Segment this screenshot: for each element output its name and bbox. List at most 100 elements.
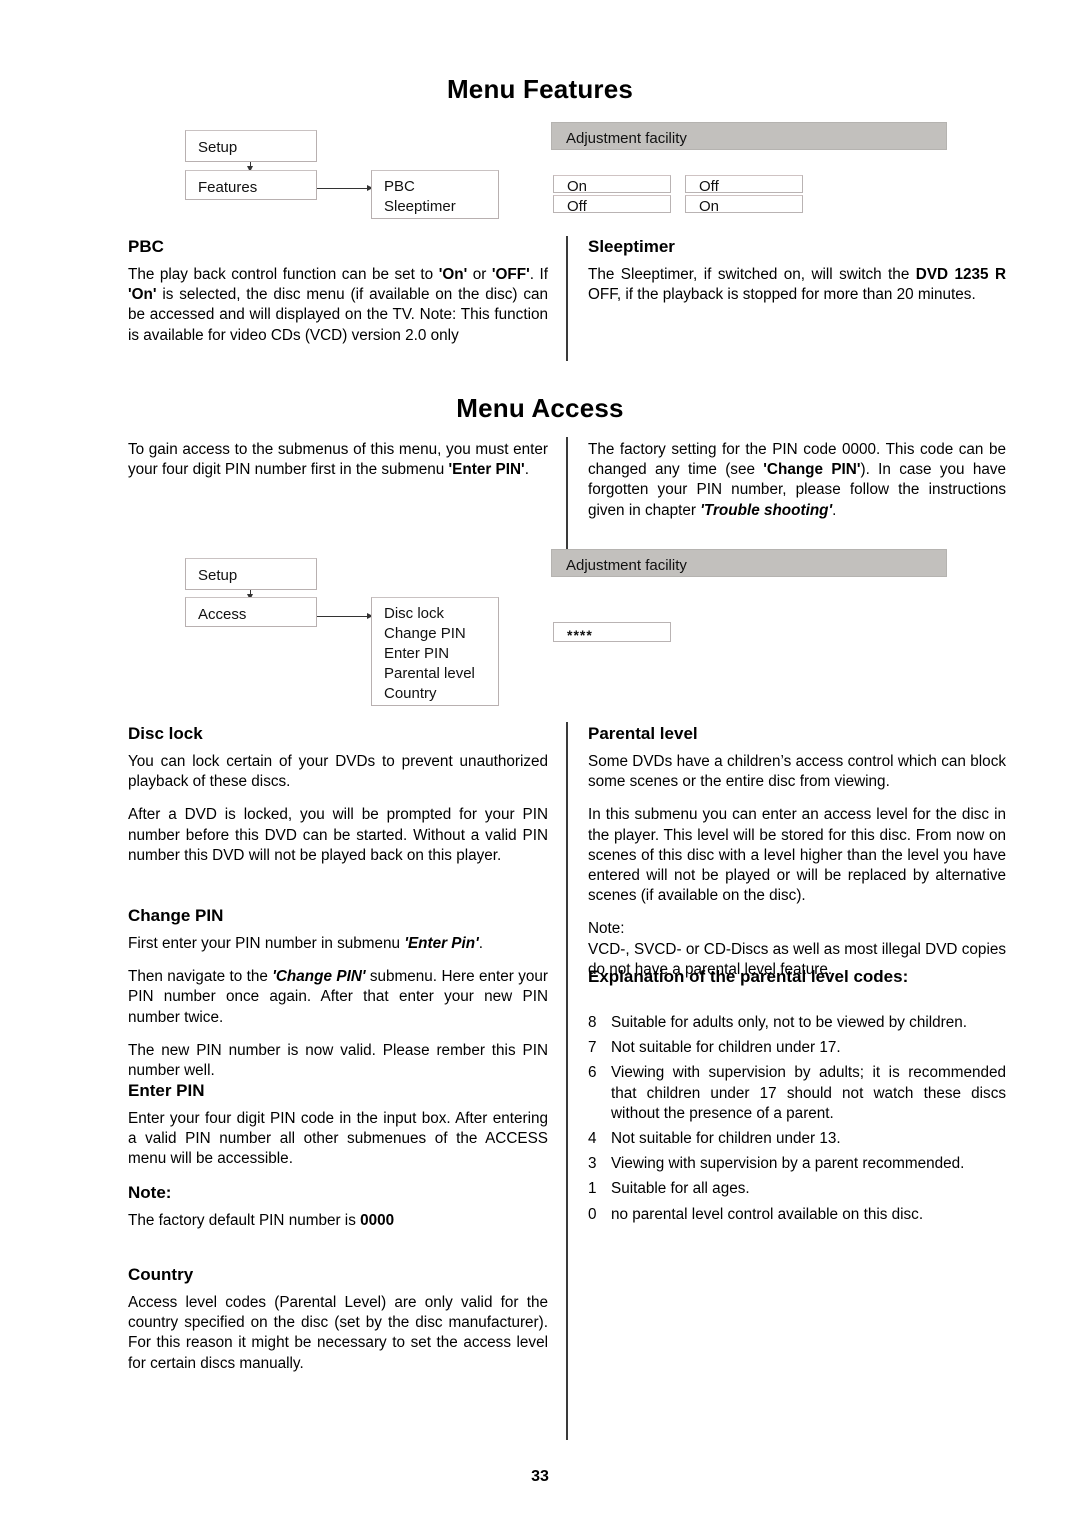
parental-code-number: 0 — [588, 1205, 597, 1223]
parental-code-text: Not suitable for children under 17. — [611, 1039, 841, 1057]
pbc-paragraph: The play back control function can be se… — [128, 265, 548, 346]
node-label: Features — [198, 179, 258, 196]
node-label: Setup — [198, 139, 238, 156]
option-cell-col1-row2[interactable]: Off — [553, 195, 671, 215]
parental-code-text: Viewing with supervision by adults; it i… — [611, 1064, 1006, 1122]
parental-code-number: 1 — [588, 1180, 597, 1198]
note-left-heading: Note: — [128, 1183, 172, 1202]
parental-code-item: 1 Suitable for all ages. — [588, 1179, 1006, 1199]
note-left-section: Note: The factory default PIN number is … — [128, 1182, 548, 1231]
change-pin-enter-pin-ref: 'Enter Pin' — [404, 935, 479, 952]
country-section: Country Access level codes (Parental Lev… — [128, 1264, 548, 1374]
option-cell-col2-row2[interactable]: On — [685, 195, 803, 215]
parental-code-item: 6 Viewing with supervision by adults; it … — [588, 1063, 1006, 1124]
submenu-item-change-pin: Change PIN — [384, 625, 466, 642]
change-pin-text-c: Then navigate to the — [128, 968, 273, 986]
parental-code-item: 3 Viewing with supervision by a parent re… — [588, 1154, 1006, 1174]
change-pin-text-b: . — [478, 935, 483, 952]
parental-code-text: Not suitable for children under 13. — [611, 1130, 841, 1148]
option-cell-col1-row1[interactable]: On — [553, 175, 671, 195]
connector-features-to-submenu — [317, 188, 369, 189]
option-cell-col2-row1[interactable]: Off — [685, 175, 803, 195]
page-number: 33 — [531, 1468, 549, 1485]
parental-code-text: Suitable for adults only, not to be view… — [611, 1014, 968, 1031]
parental-code-item: 8 Suitable for adults only, not to be vie… — [588, 1013, 1006, 1033]
submenu-item-sleeptimer: Sleeptimer — [384, 198, 456, 215]
adjustment-facility-bar: Adjustment facility — [551, 122, 947, 150]
access-intro-right-paragraph: The factory setting for the PIN code 000… — [588, 440, 1006, 521]
pbc-value-on: 'On' — [438, 266, 468, 283]
parental-code-number: 6 — [588, 1064, 597, 1082]
submenu-item-enter-pin: Enter PIN — [384, 645, 450, 662]
sleeptimer-text-a: The Sleeptimer, if switched on, will swi… — [588, 266, 916, 283]
access-intro-right-c: . — [832, 501, 837, 519]
parental-codes-list: 8 Suitable for adults only, not to be vie… — [588, 1013, 1006, 1225]
pbc-section: PBC The play back control function can b… — [128, 236, 548, 346]
parental-code-number: 8 — [588, 1014, 597, 1031]
submenu-item-pbc: PBC — [384, 178, 415, 195]
country-paragraph-1: Access level codes (Parental Level) are … — [128, 1294, 548, 1372]
parental-level-paragraph-2: In this submenu you can enter an access … — [588, 806, 1006, 905]
parental-level-heading: Parental level — [588, 724, 698, 743]
parental-code-item: 4 Not suitable for children under 13. — [588, 1129, 1006, 1149]
node-label: Setup — [198, 567, 238, 584]
pbc-text-a: The play back control function can be se… — [128, 266, 439, 283]
sleeptimer-paragraph: The Sleeptimer, if switched on, will swi… — [588, 265, 1006, 305]
access-intro-enter-pin: 'Enter PIN' — [448, 461, 525, 479]
submenu-item-parental-level: Parental level — [384, 665, 475, 682]
parental-level-paragraph-1: Some DVDs have a children’s access contr… — [588, 753, 1006, 791]
adjustment-facility-bar: Adjustment facility — [551, 549, 947, 577]
parental-code-item: 7 Not suitable for children under 17. — [588, 1038, 1006, 1058]
access-diagram-node-access: Access — [185, 597, 317, 627]
sleeptimer-heading: Sleeptimer — [588, 237, 675, 256]
change-pin-paragraph-3: The new PIN number is now valid. Please … — [128, 1041, 548, 1080]
parental-code-text: Suitable for all ages. — [611, 1180, 750, 1198]
disc-lock-paragraph-1: You can lock certain of your DVDs to pre… — [128, 753, 548, 791]
features-diagram-submenu-box: PBC Sleeptimer — [371, 170, 499, 219]
change-pin-paragraph-1: First enter your PIN number in submenu '… — [128, 934, 548, 954]
parental-level-section: Parental level Some DVDs have a children… — [588, 723, 1006, 980]
manual-page: Menu Features Setup Features PBC Sleepti… — [0, 0, 1080, 1528]
sleeptimer-section: Sleeptimer The Sleeptimer, if switched o… — [588, 236, 1006, 305]
parental-codes-section: Explanation of the parental level codes:… — [588, 966, 1006, 1230]
pbc-text-d: is selected, the disc menu (if available… — [128, 286, 548, 344]
connector-access-to-submenu — [317, 616, 369, 617]
parental-level-note-label: Note: — [588, 920, 625, 938]
sleeptimer-model: DVD 1235 R — [915, 266, 1006, 283]
access-diagram-node-setup: Setup — [185, 558, 317, 590]
submenu-item-disc-lock: Disc lock — [384, 605, 445, 622]
access-intro-left-paragraph: To gain access to the submenus of this m… — [128, 440, 548, 480]
sleeptimer-text-b: OFF, if the playback is stopped for more… — [588, 286, 976, 304]
change-pin-section: Change PIN First enter your PIN number i… — [128, 905, 548, 1081]
parental-code-text: Viewing with supervision by a parent rec… — [611, 1155, 965, 1173]
access-intro-right: The factory setting for the PIN code 000… — [588, 440, 1006, 521]
pbc-text-b: or — [467, 266, 492, 283]
node-label: Access — [198, 606, 247, 623]
note-left-pin-code: 0000 — [360, 1212, 395, 1229]
menu-features-title: Menu Features — [446, 74, 634, 104]
change-pin-heading: Change PIN — [128, 906, 224, 925]
country-heading: Country — [128, 1265, 194, 1284]
access-diagram-submenu-box: Disc lock Change PIN Enter PIN Parental … — [371, 597, 499, 706]
parental-codes-heading: Explanation of the parental level codes: — [588, 967, 909, 986]
pbc-heading: PBC — [128, 237, 164, 256]
disc-lock-section: Disc lock You can lock certain of your D… — [128, 723, 548, 866]
column-divider-features — [566, 236, 568, 361]
disc-lock-paragraph-2: After a DVD is locked, you will be promp… — [128, 806, 548, 864]
column-divider-access-intro — [566, 437, 568, 557]
change-pin-text-a: First enter your PIN number in submenu — [128, 935, 405, 952]
pbc-text-c: . If — [529, 266, 548, 283]
note-left-paragraph: The factory default PIN number is 0000 — [128, 1211, 548, 1231]
change-pin-change-pin-ref: 'Change PIN' — [272, 968, 366, 986]
column-divider-access-body — [566, 722, 568, 1440]
features-diagram-node-features: Features — [185, 170, 317, 200]
pin-input-box[interactable]: **** — [553, 622, 671, 643]
features-diagram-node-setup: Setup — [185, 130, 317, 162]
access-intro-left-b: . — [524, 461, 529, 479]
access-intro-trouble-shooting: 'Trouble shooting' — [700, 501, 833, 519]
enter-pin-heading: Enter PIN — [128, 1081, 205, 1100]
change-pin-paragraph-2: Then navigate to the 'Change PIN' submen… — [128, 967, 548, 1028]
disc-lock-heading: Disc lock — [128, 724, 203, 743]
access-intro-change-pin: 'Change PIN' — [763, 461, 861, 479]
pbc-value-off: 'OFF' — [491, 266, 530, 283]
